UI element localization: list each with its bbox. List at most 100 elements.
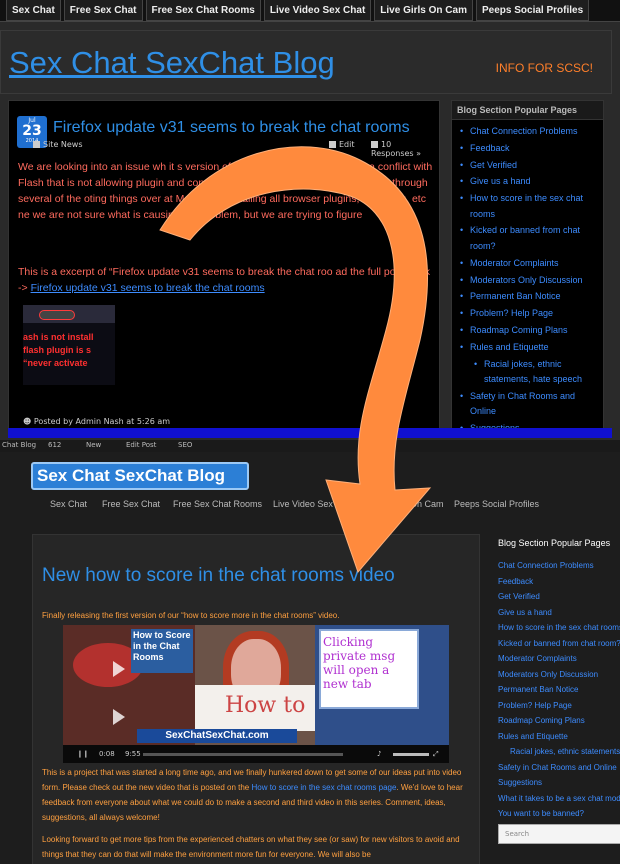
old-sidebar-item[interactable]: Moderators Only Discussion bbox=[460, 273, 603, 289]
new-site-logo[interactable]: Sex Chat SexChat Blog bbox=[31, 462, 249, 490]
video-player[interactable]: How to Score in the Chat Rooms How to Cl… bbox=[63, 625, 449, 763]
new-sidebar-item[interactable]: Get Verified bbox=[498, 589, 620, 605]
adminbar-edit-post[interactable]: Edit Post bbox=[126, 441, 156, 449]
new-post-paragraph-1: This is a project that was started a lon… bbox=[42, 765, 478, 825]
adminbar-seo[interactable]: SEO bbox=[178, 441, 192, 449]
total-time: 9:55 bbox=[125, 750, 141, 758]
search-input[interactable]: Search bbox=[498, 824, 620, 844]
new-sidebar-item[interactable]: Feedback bbox=[498, 574, 620, 590]
new-nav-sex-chat[interactable]: Sex Chat bbox=[50, 499, 87, 509]
adminbar-count[interactable]: 612 bbox=[48, 441, 61, 449]
new-post-intro: Finally releasing the first version of o… bbox=[42, 611, 340, 620]
old-post-title[interactable]: Firefox update v31 seems to break the ch… bbox=[53, 119, 410, 137]
old-post-excerpt: This is a excerpt of “Firefox update v31… bbox=[18, 264, 436, 296]
old-sidebar-item[interactable]: Moderator Complaints bbox=[460, 256, 603, 272]
old-sidebar-item[interactable]: Give us a hand bbox=[460, 174, 603, 190]
new-sidebar-item[interactable]: Problem? Help Page bbox=[498, 698, 620, 714]
old-nav-free-sex-chat[interactable]: Free Sex Chat bbox=[63, 0, 143, 21]
folder-icon bbox=[33, 141, 40, 148]
new-sidebar-item[interactable]: Rules and Etiquette bbox=[498, 729, 620, 745]
new-sidebar-item[interactable]: Racial jokes, ethnic statements, hate sp… bbox=[498, 744, 620, 760]
old-sidebar: Blog Section Popular Pages Chat Connecti… bbox=[451, 100, 604, 430]
responses-label: 10 Responses » bbox=[371, 140, 422, 158]
old-post: Jul 23 2014 Firefox update v31 seems to … bbox=[8, 100, 440, 430]
post-thumbnail[interactable]: ash is not install flash plugin is s “ne… bbox=[23, 305, 115, 385]
adminbar-site[interactable]: Chat Blog bbox=[2, 441, 36, 449]
old-sidebar-item[interactable]: Problem? Help Page bbox=[460, 306, 603, 322]
old-nav-sex-chat[interactable]: Sex Chat bbox=[6, 0, 61, 21]
responses-link[interactable]: 10 Responses » bbox=[371, 140, 431, 158]
category-link[interactable]: Site News bbox=[33, 140, 83, 149]
presenter-sign: How to bbox=[195, 685, 315, 731]
new-post-title[interactable]: New how to score in the chat rooms video bbox=[42, 565, 395, 587]
old-nav-peeps-social-profiles[interactable]: Peeps Social Profiles bbox=[475, 0, 590, 21]
old-site-title[interactable]: Sex Chat SexChat Blog bbox=[9, 45, 335, 81]
edit-link[interactable]: Edit bbox=[329, 140, 355, 149]
old-sidebar-item[interactable]: How to score in the sex chat rooms bbox=[460, 191, 603, 222]
new-sidebar-item[interactable]: Permanent Ban Notice bbox=[498, 682, 620, 698]
old-info-link[interactable]: INFO FOR SCSC! bbox=[496, 61, 593, 75]
old-sidebar-item[interactable]: Kicked or banned from chat room? bbox=[460, 223, 603, 254]
fullscreen-icon[interactable]: ⤢ bbox=[433, 750, 439, 759]
old-sidebar-item[interactable]: Rules and Etiquette bbox=[460, 340, 603, 356]
old-post-paragraph: We are looking into an issue wh it s ver… bbox=[18, 161, 433, 221]
play-icon[interactable] bbox=[113, 661, 125, 677]
score-page-link[interactable]: How to score in the sex chat rooms page bbox=[251, 783, 396, 792]
new-sidebar-item[interactable]: Give us a hand bbox=[498, 605, 620, 621]
old-sidebar-item[interactable]: Permanent Ban Notice bbox=[460, 289, 603, 305]
old-nav-live-girls-on-cam[interactable]: Live Girls On Cam bbox=[374, 0, 473, 21]
seek-bar[interactable] bbox=[143, 753, 343, 756]
old-nav-free-sex-chat-rooms[interactable]: Free Sex Chat Rooms bbox=[145, 0, 261, 21]
posted-by-text: Posted by Admin Nash at 5:26 am bbox=[33, 417, 171, 426]
new-sidebar-item[interactable]: Safety in Chat Rooms and Online bbox=[498, 760, 620, 776]
popup-text: Clicking private msg will open a new tab bbox=[323, 635, 396, 691]
new-nav-peeps-social-profiles[interactable]: Peeps Social Profiles bbox=[454, 499, 539, 509]
admin-bar: Chat Blog 612 New Edit Post SEO bbox=[0, 440, 620, 452]
thumb-text: ash is not install flash plugin is s “ne… bbox=[23, 331, 115, 370]
old-sidebar-item[interactable]: Get Verified bbox=[460, 158, 603, 174]
comment-icon bbox=[371, 141, 378, 148]
old-sidebar-item[interactable]: Feedback bbox=[460, 141, 603, 157]
video-url-banner: SexChatSexChat.com bbox=[137, 729, 297, 743]
new-sidebar-item[interactable]: Suggestions bbox=[498, 775, 620, 791]
video-frame-right: Clicking private msg will open a new tab bbox=[315, 625, 449, 745]
new-sidebar-item[interactable]: You want to be banned? bbox=[498, 806, 620, 822]
volume-icon[interactable]: ♪ bbox=[377, 750, 381, 758]
old-site-header: Sex Chat SexChat Blog INFO FOR SCSC! bbox=[0, 30, 612, 94]
new-sidebar-item[interactable]: Moderators Only Discussion bbox=[498, 667, 620, 683]
new-post-paragraph-2: Looking forward to get more tips from th… bbox=[42, 835, 460, 859]
play-icon[interactable] bbox=[113, 709, 125, 725]
new-sidebar-list: Chat Connection Problems Feedback Get Veri… bbox=[498, 558, 620, 822]
new-sidebar: Blog Section Popular Pages Chat Connecti… bbox=[498, 538, 620, 864]
full-post-link[interactable]: Firefox update v31 seems to break the ch… bbox=[31, 282, 265, 294]
new-post: New how to score in the chat rooms video… bbox=[32, 534, 480, 864]
thumb-line: ash is not install bbox=[23, 332, 94, 342]
logo-text: Sex Chat SexChat Blog bbox=[37, 466, 225, 485]
new-nav-live-video-sex-chat[interactable]: Live Video Sex Chat bbox=[273, 499, 354, 509]
volume-slider[interactable] bbox=[393, 753, 429, 756]
category-label: Site News bbox=[43, 140, 83, 149]
new-sidebar-item[interactable]: How to score in the sex chat rooms bbox=[498, 620, 620, 636]
old-sidebar-item[interactable]: Safety in Chat Rooms and Online bbox=[460, 389, 603, 420]
new-sidebar-item[interactable]: Chat Connection Problems bbox=[498, 558, 620, 574]
new-nav-free-sex-chat-rooms[interactable]: Free Sex Chat Rooms bbox=[173, 499, 262, 509]
new-nav-live-girls-on-cam[interactable]: Live Girls On Cam bbox=[370, 499, 444, 509]
new-sidebar-item[interactable]: Moderator Complaints bbox=[498, 651, 620, 667]
old-nav-live-video-sex-chat[interactable]: Live Video Sex Chat bbox=[263, 0, 372, 21]
new-nav-free-sex-chat[interactable]: Free Sex Chat bbox=[102, 499, 160, 509]
old-sidebar-item[interactable]: Roadmap Coming Plans bbox=[460, 323, 603, 339]
old-post-meta: Site News Edit 10 Responses » bbox=[19, 139, 431, 158]
pause-icon[interactable]: ❙❙ bbox=[77, 750, 89, 758]
old-sidebar-heading: Blog Section Popular Pages bbox=[452, 101, 603, 120]
old-theme-screenshot: Sex Chat Free Sex Chat Free Sex Chat Roo… bbox=[0, 0, 620, 440]
old-sidebar-item[interactable]: Racial jokes, ethnic statements, hate sp… bbox=[474, 357, 603, 388]
new-sidebar-item[interactable]: Kicked or banned from chat room? bbox=[498, 636, 620, 652]
new-theme-screenshot: Chat Blog 612 New Edit Post SEO Sex Chat… bbox=[0, 440, 620, 864]
new-sidebar-heading: Blog Section Popular Pages bbox=[498, 538, 611, 548]
old-sidebar-item[interactable]: Chat Connection Problems bbox=[460, 124, 603, 140]
old-sidebar-list: Chat Connection ProblemsFeedbackGet Veri… bbox=[452, 120, 603, 429]
new-sidebar-item[interactable]: What it takes to be a sex chat mod bbox=[498, 791, 620, 807]
adminbar-new[interactable]: New bbox=[86, 441, 101, 449]
new-sidebar-item[interactable]: Roadmap Coming Plans bbox=[498, 713, 620, 729]
popup-window: Clicking private msg will open a new tab bbox=[319, 629, 419, 709]
